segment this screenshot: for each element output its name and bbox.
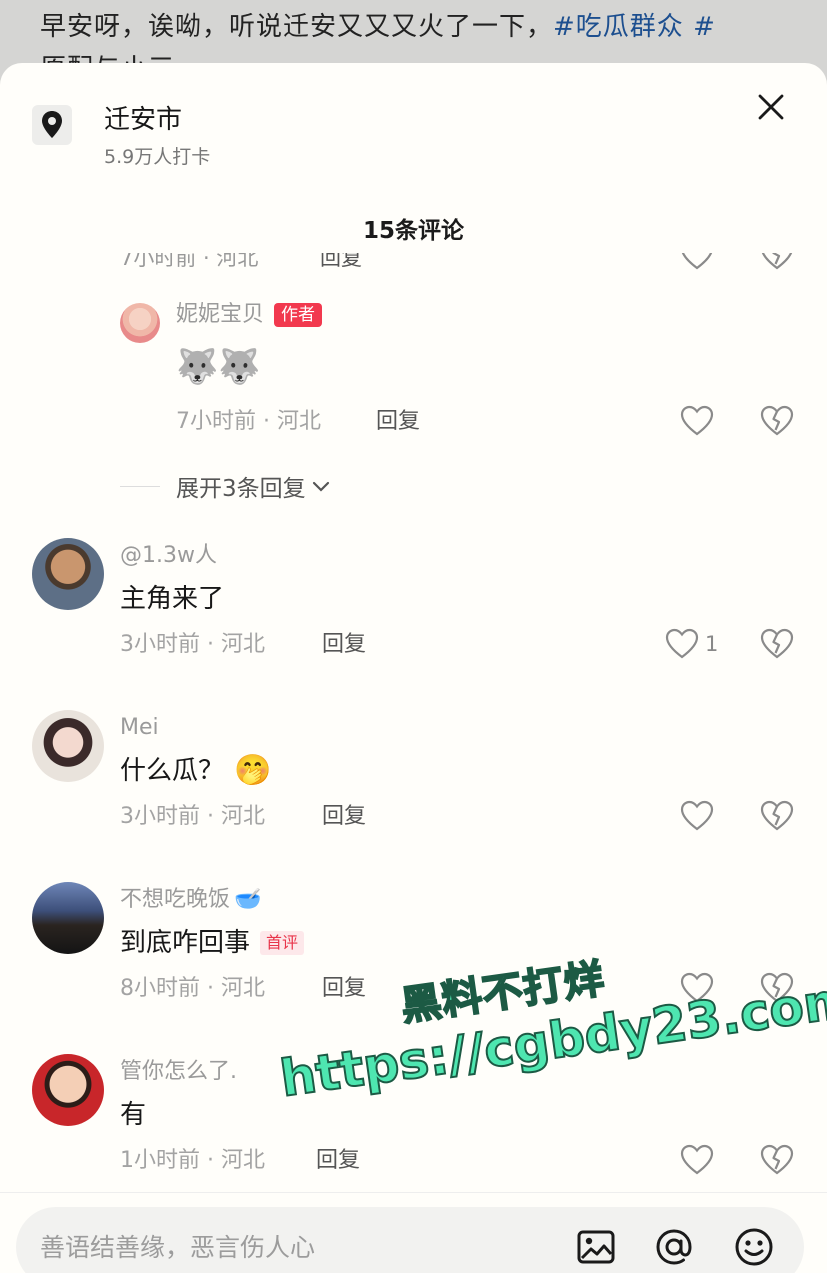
comment-emoji: 🤭 xyxy=(234,753,272,788)
comment-sheet: 迁安市 5.9万人打卡 15条评论 7小时前 · 河北 回复 妮妮宝贝 作者 🐺… xyxy=(0,63,827,1273)
reply-author-name[interactable]: 妮妮宝贝 作者 xyxy=(176,301,323,329)
comment-meta: 1小时前 · 河北 xyxy=(120,1148,265,1173)
avatar[interactable] xyxy=(32,710,104,782)
partial-like-button[interactable] xyxy=(680,253,714,271)
reply-button[interactable]: 回复 xyxy=(316,1146,360,1176)
comment-author-name[interactable]: @1.3w人 xyxy=(120,542,217,570)
avatar[interactable] xyxy=(32,538,104,610)
comment-input-pill xyxy=(16,1207,804,1273)
close-icon xyxy=(758,94,784,120)
comment-text: 什么瓜？ 🤭 xyxy=(120,753,272,788)
reply-button[interactable]: 回复 xyxy=(322,802,366,832)
comment-input-bar xyxy=(0,1192,827,1273)
broken-heart-icon xyxy=(760,800,794,831)
reply-button[interactable]: 回复 xyxy=(376,407,420,437)
heart-icon xyxy=(680,1144,714,1175)
location-checkins: 5.9万人打卡 xyxy=(104,146,211,168)
comment-author-name[interactable]: 管你怎么了. xyxy=(120,1058,237,1086)
comment-meta: 3小时前 · 河北 xyxy=(120,804,265,829)
reply-button[interactable]: 回复 xyxy=(322,630,366,660)
comment-author-name[interactable]: Mei xyxy=(120,714,159,742)
like-count: 1 xyxy=(705,632,719,656)
heart-icon xyxy=(665,628,699,659)
emoji-icon[interactable] xyxy=(734,1227,774,1267)
image-icon[interactable] xyxy=(576,1227,616,1267)
first-comment-badge: 首评 xyxy=(260,931,305,955)
broken-heart-icon xyxy=(760,1144,794,1175)
reply-emoji: 🐺🐺 xyxy=(176,347,261,387)
dislike-button[interactable] xyxy=(760,800,794,836)
post-hashtag[interactable]: #吃瓜群众 # xyxy=(553,12,716,42)
post-text: 早安呀，诶呦，听说迁安又又又火了一下， xyxy=(40,12,554,42)
name-emoji: 🥣 xyxy=(234,887,262,912)
reply-meta: 7小时前 · 河北 xyxy=(176,409,321,434)
dislike-button[interactable] xyxy=(760,628,794,664)
heart-icon xyxy=(680,405,714,436)
broken-heart-icon xyxy=(760,628,794,659)
comment-author-name[interactable]: 不想吃晚饭 🥣 xyxy=(120,886,261,914)
like-button[interactable] xyxy=(680,405,714,437)
comments-count: 15条评论 xyxy=(362,218,464,244)
close-button[interactable] xyxy=(753,89,789,125)
like-button[interactable]: 1 xyxy=(665,628,718,660)
comment-text: 到底咋回事 首评 xyxy=(120,926,305,960)
avatar[interactable] xyxy=(32,1054,104,1126)
like-button[interactable] xyxy=(680,1144,714,1176)
comment-input[interactable] xyxy=(40,1229,540,1265)
location-title: 迁安市 xyxy=(104,105,183,135)
at-icon[interactable] xyxy=(654,1227,694,1267)
author-badge: 作者 xyxy=(274,303,323,327)
comment-meta: 3小时前 · 河北 xyxy=(120,632,265,657)
comment-text: 有 xyxy=(120,1100,147,1130)
reply-button[interactable]: 回复 xyxy=(322,974,366,1004)
avatar[interactable] xyxy=(120,303,160,343)
dislike-button[interactable] xyxy=(760,405,794,441)
heart-icon xyxy=(680,800,714,831)
comment-text: 主角来了 xyxy=(120,584,225,614)
chevron-down-icon xyxy=(312,481,329,492)
location-header[interactable]: 迁安市 5.9万人打卡 xyxy=(32,103,210,169)
partial-dislike-button[interactable] xyxy=(760,253,794,275)
location-pin-icon xyxy=(32,105,72,145)
broken-heart-icon xyxy=(760,405,794,436)
avatar[interactable] xyxy=(32,882,104,954)
dislike-button[interactable] xyxy=(760,1144,794,1180)
expand-replies-button[interactable]: 展开3条回复 xyxy=(120,469,332,503)
broken-heart-icon xyxy=(761,253,793,270)
like-button[interactable] xyxy=(680,800,714,832)
heart-icon xyxy=(681,253,713,270)
comment-meta: 8小时前 · 河北 xyxy=(120,976,265,1001)
